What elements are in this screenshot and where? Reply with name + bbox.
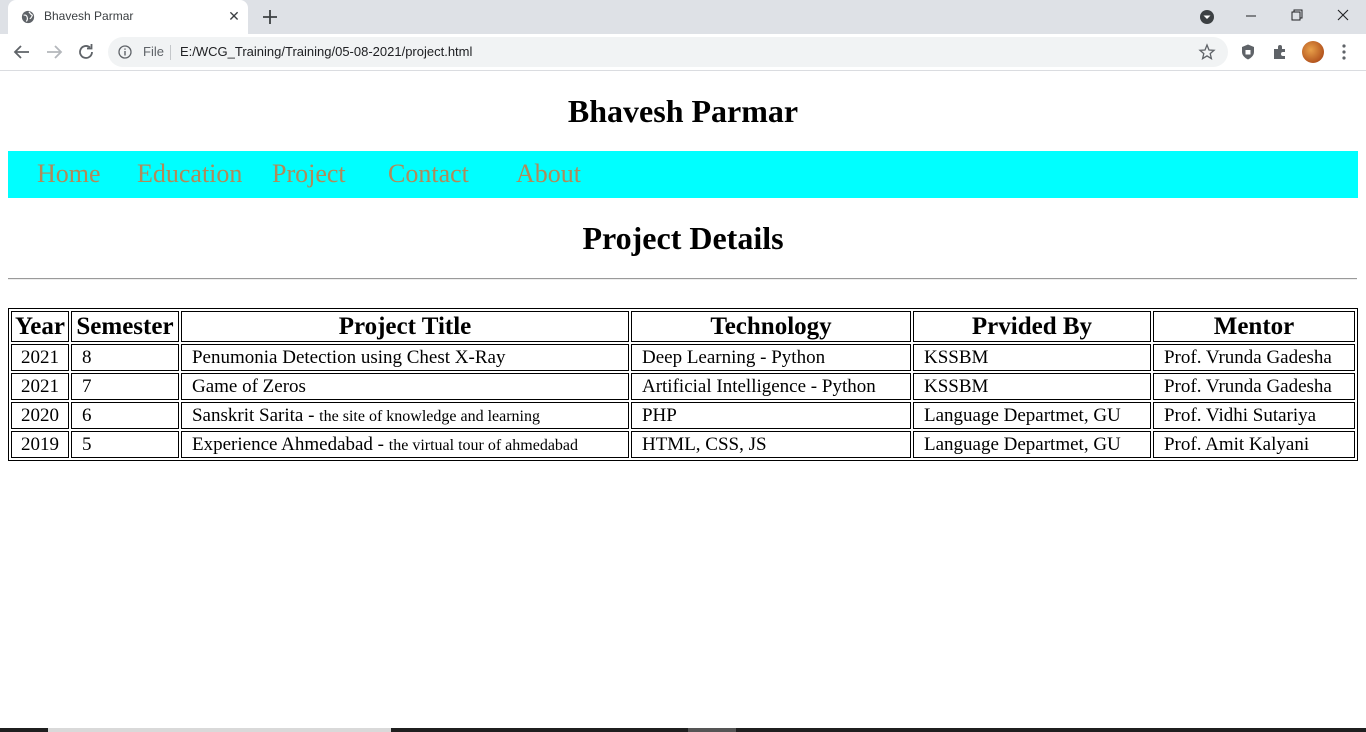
cell-project-title: Game of Zeros (180, 373, 629, 400)
table-row: 2020 6 Sanskrit Sarita - the site of kno… (11, 402, 1355, 429)
nav-link-home[interactable]: Home (37, 159, 101, 189)
cell-provided-by: Language Departmet, GU (912, 431, 1151, 458)
column-header-technology: Technology (630, 311, 911, 342)
page-viewport: Bhavesh Parmar Home Education Project Co… (0, 71, 1366, 728)
horizontal-rule (8, 278, 1357, 280)
column-header-semester: Semester (70, 311, 179, 342)
plus-icon[interactable] (259, 6, 281, 28)
reload-icon[interactable] (74, 40, 98, 64)
column-header-provided-by: Prvided By (912, 311, 1151, 342)
tab-search-icon[interactable] (1197, 7, 1217, 27)
avatar[interactable] (1302, 41, 1324, 63)
restore-icon[interactable] (1274, 0, 1320, 32)
tab-title: Bhavesh Parmar (44, 9, 134, 23)
project-table: Year Semester Project Title Technology P… (8, 308, 1358, 461)
cell-year: 2021 (11, 373, 69, 400)
cell-technology: HTML, CSS, JS (630, 431, 911, 458)
project-title-note: the virtual tour of ahmedabad (388, 436, 579, 454)
project-title-note: the site of knowledge and learning (319, 407, 540, 425)
url-text[interactable]: E:/WCG_Training/Training/05-08-2021/proj… (180, 44, 472, 59)
site-title: Bhavesh Parmar (567, 93, 799, 129)
taskbar-item[interactable] (48, 728, 391, 732)
cell-technology: PHP (630, 402, 911, 429)
nav-link-contact[interactable]: Contact (388, 159, 469, 189)
puzzle-icon[interactable] (1271, 43, 1289, 61)
star-icon[interactable] (1198, 43, 1216, 61)
close-window-icon[interactable] (1320, 0, 1366, 32)
cell-semester: 5 (70, 431, 179, 458)
forward-arrow-icon[interactable] (42, 40, 66, 64)
cell-semester: 6 (70, 402, 179, 429)
column-header-year: Year (11, 311, 69, 342)
project-title-text: Experience Ahmedabad - (191, 433, 389, 455)
cell-year: 2019 (11, 431, 69, 458)
nav-link-project[interactable]: Project (272, 159, 346, 189)
cell-project-title: Experience Ahmedabad - the virtual tour … (180, 431, 629, 458)
cell-provided-by: KSSBM (912, 344, 1151, 371)
table-row: 2019 5 Experience Ahmedabad - the virtua… (11, 431, 1355, 458)
cell-mentor: Prof. Vrunda Gadesha (1152, 373, 1355, 400)
back-arrow-icon[interactable] (10, 40, 34, 64)
address-bar[interactable]: File E:/WCG_Training/Training/05-08-2021… (108, 37, 1228, 67)
project-title-text: Sanskrit Sarita - (191, 404, 320, 426)
column-header-project-title: Project Title (180, 311, 629, 342)
tab-strip: Bhavesh Parmar ✕ (0, 0, 1366, 34)
table-row: 2021 7 Game of Zeros Artificial Intellig… (11, 373, 1355, 400)
nav-link-about[interactable]: About (516, 159, 581, 189)
cell-year: 2021 (11, 344, 69, 371)
nav-bar: Home Education Project Contact About (8, 151, 1358, 198)
cell-mentor: Prof. Vrunda Gadesha (1152, 344, 1355, 371)
cell-mentor: Prof. Amit Kalyani (1152, 431, 1355, 458)
column-header-mentor: Mentor (1152, 311, 1355, 342)
address-separator (170, 45, 171, 60)
taskbar-strip (0, 728, 1366, 732)
project-title-text: Game of Zeros (191, 375, 306, 397)
cell-project-title: Sanskrit Sarita - the site of knowledge … (180, 402, 629, 429)
cell-provided-by: Language Departmet, GU (912, 402, 1151, 429)
cell-technology: Artificial Intelligence - Python (630, 373, 911, 400)
scheme-label: File (143, 44, 164, 59)
cell-year: 2020 (11, 402, 69, 429)
cell-technology: Deep Learning - Python (630, 344, 911, 371)
minimize-icon[interactable] (1228, 0, 1274, 32)
cell-semester: 7 (70, 373, 179, 400)
kebab-menu-icon[interactable] (1336, 43, 1352, 61)
project-title-text: Penumonia Detection using Chest X-Ray (191, 346, 506, 368)
cell-semester: 8 (70, 344, 179, 371)
browser-toolbar: File E:/WCG_Training/Training/05-08-2021… (0, 34, 1366, 71)
info-icon[interactable] (118, 45, 132, 59)
cell-provided-by: KSSBM (912, 373, 1151, 400)
browser-tab[interactable]: Bhavesh Parmar ✕ (8, 0, 248, 34)
cell-project-title: Penumonia Detection using Chest X-Ray (180, 344, 629, 371)
section-title: Project Details (582, 220, 784, 256)
globe-icon (21, 10, 35, 24)
taskbar-item[interactable] (688, 728, 736, 732)
nav-link-education[interactable]: Education (137, 159, 242, 189)
table-row: 2021 8 Penumonia Detection using Chest X… (11, 344, 1355, 371)
cell-mentor: Prof. Vidhi Sutariya (1152, 402, 1355, 429)
close-icon[interactable]: ✕ (226, 8, 242, 24)
table-header-row: Year Semester Project Title Technology P… (11, 311, 1355, 342)
shield-icon[interactable] (1239, 43, 1257, 61)
